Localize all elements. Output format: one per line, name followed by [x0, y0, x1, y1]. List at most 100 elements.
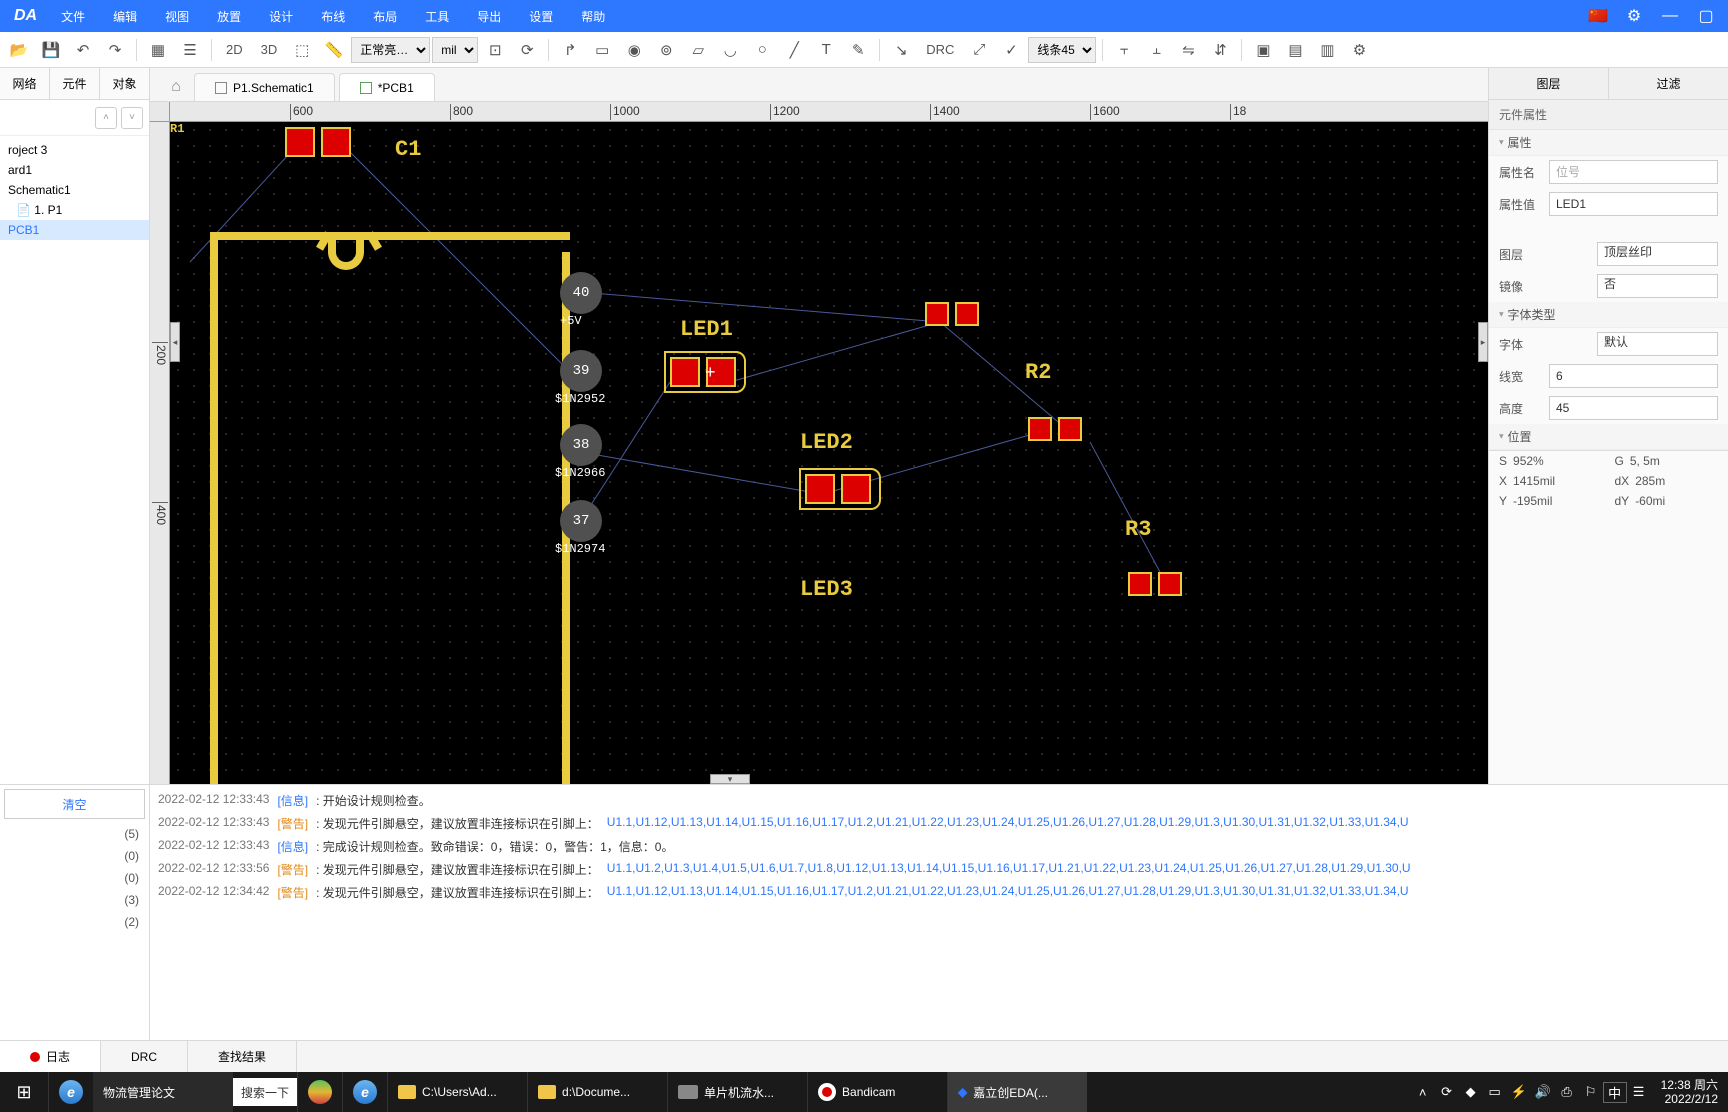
taskbar-video[interactable]: 单片机流水...: [667, 1072, 807, 1112]
tree-down-icon[interactable]: ˅: [121, 107, 143, 129]
bottom-tab-log[interactable]: 日志: [0, 1041, 101, 1072]
rect-icon[interactable]: ▭: [587, 35, 617, 65]
taskbar-search[interactable]: 搜索一下: [233, 1078, 297, 1106]
arc-icon[interactable]: ◡: [715, 35, 745, 65]
prop-name-input[interactable]: [1549, 160, 1718, 184]
tray-keyboard-icon[interactable]: ☰: [1627, 1084, 1651, 1100]
tray-clock[interactable]: 12:38 周六2022/2/12: [1651, 1078, 1728, 1107]
tray-battery-icon[interactable]: ▭: [1483, 1084, 1507, 1100]
component-led1[interactable]: [670, 357, 736, 387]
drc-button[interactable]: DRC: [918, 35, 962, 65]
align-left-icon[interactable]: ⫟: [1109, 35, 1139, 65]
right-tab-filter[interactable]: 过滤: [1609, 68, 1728, 99]
ruler-icon[interactable]: 📏: [319, 35, 349, 65]
menu-route[interactable]: 布线: [307, 0, 359, 32]
net-pad-37[interactable]: 37: [560, 500, 602, 542]
probe-icon[interactable]: ✓: [996, 35, 1026, 65]
dimension-icon[interactable]: ✎: [843, 35, 873, 65]
layer3-icon[interactable]: ▥: [1312, 35, 1342, 65]
net-pad-38[interactable]: 38: [560, 424, 602, 466]
prop-layer-select[interactable]: 顶层丝印: [1597, 242, 1718, 266]
menu-view[interactable]: 视图: [151, 0, 203, 32]
menu-edit[interactable]: 编辑: [99, 0, 151, 32]
tree-up-icon[interactable]: ˄: [95, 107, 117, 129]
line-mode-select[interactable]: 线条45: [1028, 37, 1096, 63]
save-icon[interactable]: 💾: [36, 35, 66, 65]
log-cat-1[interactable]: (0): [0, 845, 149, 867]
tray-usb-icon[interactable]: ⎙: [1555, 1084, 1579, 1100]
align-center-icon[interactable]: ⫠: [1141, 35, 1171, 65]
log-output[interactable]: 2022-02-12 12:33:43[信息]: 开始设计规则检查。2022-0…: [150, 785, 1728, 1040]
tree-project[interactable]: roject 3: [0, 140, 149, 160]
prop-linewidth-input[interactable]: [1549, 364, 1718, 388]
bottom-tab-drc[interactable]: DRC: [101, 1041, 188, 1072]
log-cat-4[interactable]: (2): [0, 911, 149, 933]
net-pad-39[interactable]: 39: [560, 350, 602, 392]
taskbar-bandicam[interactable]: Bandicam: [807, 1072, 947, 1112]
menu-export[interactable]: 导出: [463, 0, 515, 32]
list-icon[interactable]: ☰: [175, 35, 205, 65]
collapse-right-icon[interactable]: ▸: [1478, 322, 1488, 362]
import-icon[interactable]: ↘: [886, 35, 916, 65]
tray-flag-icon[interactable]: ⚐: [1579, 1084, 1603, 1100]
taskbar-eda[interactable]: ◆嘉立创EDA(...: [947, 1072, 1087, 1112]
log-cat-0[interactable]: (5): [0, 823, 149, 845]
tree-page[interactable]: 📄 1. P1: [0, 200, 149, 220]
route-icon[interactable]: ↱: [555, 35, 585, 65]
line-icon[interactable]: ╱: [779, 35, 809, 65]
doc-tab-pcb[interactable]: *PCB1: [339, 73, 435, 101]
taskbar-chrome[interactable]: [297, 1072, 342, 1112]
view-2d-button[interactable]: 2D: [218, 35, 251, 65]
left-tab-components[interactable]: 元件: [50, 68, 100, 99]
component-r2[interactable]: [1028, 417, 1082, 441]
open-icon[interactable]: 📂: [4, 35, 34, 65]
polygon-icon[interactable]: ▱: [683, 35, 713, 65]
unit-select[interactable]: mil: [432, 37, 478, 63]
net-pad-40[interactable]: 40: [560, 272, 602, 314]
flag-icon[interactable]: 🇨🇳: [1580, 0, 1616, 32]
menu-tools[interactable]: 工具: [411, 0, 463, 32]
left-tab-objects[interactable]: 对象: [100, 68, 149, 99]
tray-ime[interactable]: 中: [1603, 1082, 1627, 1103]
view-3d-button[interactable]: 3D: [253, 35, 286, 65]
component-c1[interactable]: [285, 127, 351, 157]
taskbar-explorer1[interactable]: C:\Users\Ad...: [387, 1072, 527, 1112]
redo-icon[interactable]: ↷: [100, 35, 130, 65]
tree-board[interactable]: ard1: [0, 160, 149, 180]
component-r1[interactable]: [925, 302, 979, 326]
prop-group-font[interactable]: 字体类型: [1489, 302, 1728, 328]
measure-icon[interactable]: ⤢: [964, 35, 994, 65]
tray-network-icon[interactable]: ⚡: [1507, 1084, 1531, 1100]
log-cat-2[interactable]: (0): [0, 867, 149, 889]
component-led2[interactable]: [805, 474, 871, 504]
prop-font-select[interactable]: 默认: [1597, 332, 1718, 356]
prop-mirror-select[interactable]: 否: [1597, 274, 1718, 298]
prop-group-attributes[interactable]: 属性: [1489, 130, 1728, 156]
log-cat-3[interactable]: (3): [0, 889, 149, 911]
doc-tab-schematic[interactable]: P1.Schematic1: [194, 73, 335, 101]
collapse-left-icon[interactable]: ◂: [170, 322, 180, 362]
via-icon[interactable]: ⊚: [651, 35, 681, 65]
pcb-canvas[interactable]: 600 800 1000 1200 1400 1600 18 200 400: [150, 102, 1488, 784]
select-area-icon[interactable]: ⬚: [287, 35, 317, 65]
prop-value-input[interactable]: [1549, 192, 1718, 216]
taskbar-ie1[interactable]: e: [48, 1072, 93, 1112]
menu-help[interactable]: 帮助: [567, 0, 619, 32]
brightness-select[interactable]: 正常亮…: [351, 37, 430, 63]
undo-icon[interactable]: ↶: [68, 35, 98, 65]
tray-sync-icon[interactable]: ⟳: [1435, 1084, 1459, 1100]
log-clear-button[interactable]: 清空: [4, 789, 145, 819]
menu-settings[interactable]: 设置: [515, 0, 567, 32]
taskbar-link[interactable]: 物流管理论文: [93, 1072, 233, 1112]
flip-v-icon[interactable]: ⇵: [1205, 35, 1235, 65]
window-minimize-icon[interactable]: —: [1652, 0, 1688, 32]
tray-volume-icon[interactable]: 🔊: [1531, 1084, 1555, 1100]
tray-shield-icon[interactable]: ◆: [1459, 1084, 1483, 1100]
taskbar-ie2[interactable]: e: [342, 1072, 387, 1112]
pad-icon[interactable]: ◉: [619, 35, 649, 65]
collapse-bottom-icon[interactable]: ▾: [710, 774, 750, 784]
window-maximize-icon[interactable]: ▢: [1688, 0, 1724, 32]
bottom-tab-find[interactable]: 查找结果: [188, 1041, 297, 1072]
menu-place[interactable]: 放置: [203, 0, 255, 32]
tree-schematic[interactable]: Schematic1: [0, 180, 149, 200]
